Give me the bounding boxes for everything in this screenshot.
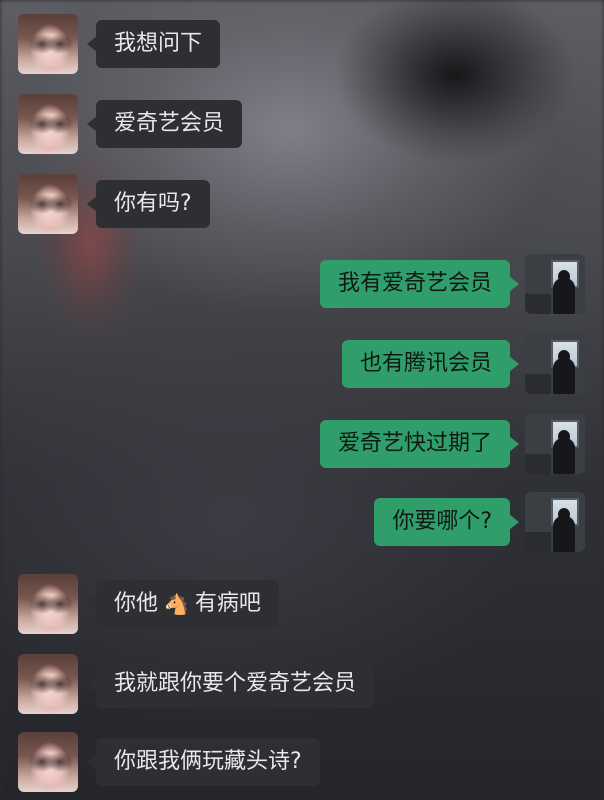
message-row: 也有腾讯会员 xyxy=(0,334,604,396)
message-text-before: 你他 xyxy=(114,591,159,616)
contact-avatar[interactable] xyxy=(18,14,78,74)
message-row: 我有爱奇艺会员 xyxy=(0,254,604,316)
horse-face-icon: 🐴 xyxy=(164,592,189,616)
message-row: 你他 🐴 有病吧 xyxy=(0,574,604,636)
message-row: 爱奇艺会员 xyxy=(0,94,604,156)
message-row: 爱奇艺快过期了 xyxy=(0,414,604,476)
received-message-bubble[interactable]: 我就跟你要个爱奇艺会员 xyxy=(86,660,375,708)
my-avatar[interactable] xyxy=(525,492,585,552)
message-text: 我就跟你要个爱奇艺会员 xyxy=(114,671,357,696)
contact-avatar[interactable] xyxy=(18,174,78,234)
sent-message-bubble[interactable]: 爱奇艺快过期了 xyxy=(319,420,520,468)
message-text: 也有腾讯会员 xyxy=(359,351,492,376)
contact-avatar[interactable] xyxy=(18,654,78,714)
my-avatar[interactable] xyxy=(525,334,585,394)
message-text: 你要哪个? xyxy=(392,509,492,534)
message-row: 我就跟你要个爱奇艺会员 xyxy=(0,654,604,716)
message-text: 爱奇艺快过期了 xyxy=(337,431,492,456)
message-text: 我想问下 xyxy=(114,31,203,56)
received-message-bubble[interactable]: 我想问下 xyxy=(86,20,221,68)
contact-avatar[interactable] xyxy=(18,732,78,792)
message-text-after: 有病吧 xyxy=(194,591,261,616)
message-text: 你有吗? xyxy=(114,191,192,216)
message-row: 我想问下 xyxy=(0,14,604,76)
sent-message-bubble[interactable]: 也有腾讯会员 xyxy=(341,340,520,388)
received-message-bubble[interactable]: 你他 🐴 有病吧 xyxy=(87,580,279,628)
contact-avatar[interactable] xyxy=(18,94,78,154)
received-message-bubble[interactable]: 爱奇艺会员 xyxy=(86,100,243,148)
contact-avatar[interactable] xyxy=(18,574,78,634)
received-message-bubble[interactable]: 你有吗? xyxy=(87,180,210,228)
received-message-bubble[interactable]: 你跟我俩玩藏头诗? xyxy=(87,738,320,786)
sent-message-bubble[interactable]: 你要哪个? xyxy=(374,498,519,546)
message-text: 爱奇艺会员 xyxy=(114,111,225,136)
message-row: 你要哪个? xyxy=(0,492,604,554)
my-avatar[interactable] xyxy=(525,414,585,474)
sent-message-bubble[interactable]: 我有爱奇艺会员 xyxy=(319,260,520,308)
message-text: 我有爱奇艺会员 xyxy=(337,271,492,296)
message-text: 你跟我俩玩藏头诗? xyxy=(114,749,302,774)
message-row: 你有吗? xyxy=(0,174,604,236)
message-row: 你跟我俩玩藏头诗? xyxy=(0,732,604,794)
my-avatar[interactable] xyxy=(525,254,585,314)
